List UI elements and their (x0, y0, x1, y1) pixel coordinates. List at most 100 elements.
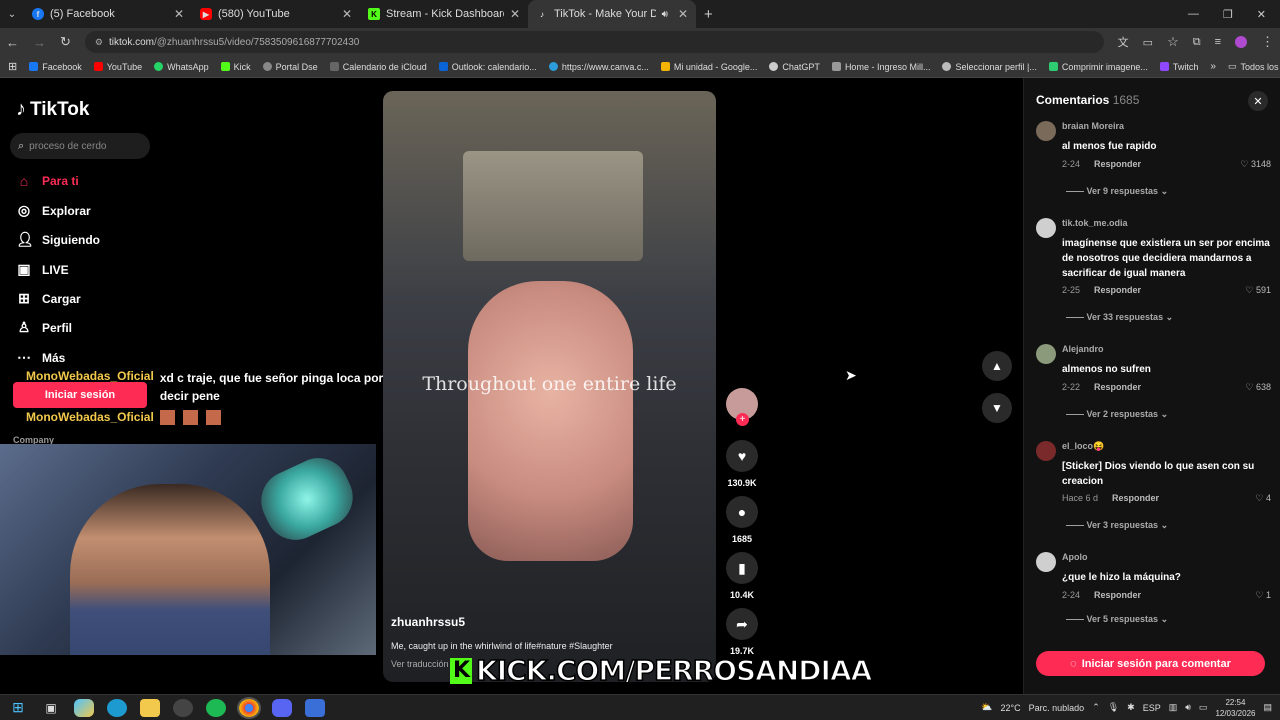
bookmark-kick[interactable]: Kick (220, 62, 251, 72)
file-explorer-icon[interactable] (140, 698, 160, 717)
new-tab-button[interactable]: + (704, 6, 713, 23)
view-replies-link[interactable]: —— Ver 2 respuestas ⌄ (1066, 409, 1168, 420)
bookmark-ingreso[interactable]: Home - Ingreso Mill... (831, 62, 930, 72)
nav-cargar[interactable]: ⊞ Cargar (16, 290, 156, 307)
url-field[interactable]: ⚙ tiktok.com/@zhuanhrssu5/video/75835096… (84, 31, 1104, 53)
like-button[interactable]: ♥ (726, 440, 758, 472)
copilot-icon[interactable] (74, 698, 94, 717)
commenter-name[interactable]: braian Moreira (1062, 121, 1124, 131)
bookmarks-folder[interactable]: ▭Todos los marcadores (1228, 61, 1280, 72)
minimize-button[interactable]: — (1188, 8, 1199, 21)
commenter-name[interactable]: el_loco😝 (1062, 441, 1104, 452)
chevron-up-icon[interactable]: ⌃ (1092, 702, 1100, 713)
extensions-icon[interactable]: ⧉ (1193, 36, 1201, 49)
commenter-avatar[interactable] (1036, 441, 1056, 461)
nav-para-ti[interactable]: ⌂ Para ti (16, 173, 156, 189)
save-button[interactable]: ▮ (726, 552, 758, 584)
reload-icon[interactable]: ↻ (60, 34, 71, 50)
weather-temp[interactable]: 22°C (1001, 703, 1021, 713)
restore-button[interactable]: ❐ (1223, 8, 1233, 21)
nav-siguiendo[interactable]: 👤︎ Siguiendo (16, 231, 156, 248)
comment-like-button[interactable]: ♡ 3148 (1240, 159, 1271, 170)
commenter-avatar[interactable] (1036, 121, 1056, 141)
tab-list-button[interactable]: ⌄ (0, 9, 24, 20)
discord-icon[interactable] (272, 698, 292, 717)
bookmark-comprimir[interactable]: Comprimir imagene... (1048, 62, 1148, 72)
close-window-button[interactable]: ✕ (1257, 8, 1266, 21)
comment-like-button[interactable]: ♡ 4 (1255, 493, 1271, 504)
tab-kick[interactable]: K Stream - Kick Dashboard ✕ (360, 0, 528, 28)
speaker-icon[interactable]: 🔊︎ (662, 9, 668, 20)
bookmark-drive[interactable]: Mi unidad - Google... (660, 62, 757, 72)
follow-plus-icon[interactable]: + (736, 413, 749, 426)
bookmark-youtube[interactable]: YouTube (93, 62, 142, 72)
nav-explorar[interactable]: ◎ Explorar (16, 202, 156, 219)
bluetooth-icon[interactable]: ✱ (1127, 702, 1135, 713)
back-icon[interactable]: ← (6, 35, 19, 50)
reply-button[interactable]: Responder (1094, 285, 1141, 295)
bookmark-canva[interactable]: https://www.canva.c... (548, 62, 649, 72)
commenter-name[interactable]: Alejandro (1062, 344, 1104, 354)
close-tab-icon[interactable]: ✕ (342, 7, 352, 21)
bookmark-chatgpt[interactable]: ChatGPT (769, 62, 820, 72)
close-comments-button[interactable]: ✕ (1248, 91, 1268, 111)
windows-start-icon[interactable]: ⊞ (8, 699, 28, 717)
volume-icon[interactable]: 🔊︎ (1185, 702, 1191, 713)
commenter-avatar[interactable] (1036, 344, 1056, 364)
nav-live[interactable]: ▣ LIVE (16, 261, 156, 278)
reply-button[interactable]: Responder (1094, 382, 1141, 392)
chrome-icon[interactable] (237, 696, 261, 719)
tab-youtube[interactable]: ▶ (580) YouTube ✕ (192, 0, 360, 28)
next-video-button[interactable]: ▼ (982, 393, 1012, 423)
bookmark-perfil[interactable]: Seleccionar perfil |... (942, 62, 1037, 72)
nav-mas[interactable]: ⋯ Más (16, 349, 156, 366)
translate-link[interactable]: Ver traducción (391, 659, 449, 669)
more-bookmarks-icon[interactable]: » (1210, 61, 1216, 72)
bookmark-facebook[interactable]: Facebook (29, 62, 82, 72)
previous-video-button[interactable]: ▲ (982, 351, 1012, 381)
mic-icon[interactable]: 🎙︎ (1108, 702, 1119, 713)
language-indicator[interactable]: ESP (1143, 703, 1161, 713)
close-tab-icon[interactable]: ✕ (510, 7, 520, 21)
bookmark-star-icon[interactable]: ☆ (1167, 34, 1179, 50)
search-input[interactable]: ⌕ proceso de cerdo (10, 133, 150, 159)
forward-icon[interactable]: → (33, 35, 46, 50)
media-icon[interactable]: ≡ (1215, 36, 1221, 48)
spotify-icon[interactable] (206, 698, 226, 717)
commenter-avatar[interactable] (1036, 552, 1056, 572)
login-to-comment-button[interactable]: ◌ Iniciar sesión para comentar (1036, 651, 1265, 676)
app-icon[interactable] (305, 698, 325, 717)
share-button[interactable]: ➦ (726, 608, 758, 640)
close-tab-icon[interactable]: ✕ (174, 7, 184, 21)
network-icon[interactable]: ▥ (1169, 702, 1178, 713)
comment-like-button[interactable]: ♡ 638 (1245, 382, 1271, 393)
tab-tiktok[interactable]: ♪ TikTok - Make Your Day 🔊︎ ✕ (528, 0, 696, 28)
bookmark-outlook[interactable]: Outlook: calendario... (438, 62, 537, 72)
view-replies-link[interactable]: —— Ver 3 respuestas ⌄ (1066, 520, 1168, 531)
comment-like-button[interactable]: ♡ 591 (1245, 285, 1271, 296)
bookmark-twitch[interactable]: Twitch (1159, 62, 1198, 72)
weather-desc[interactable]: Parc. nublado (1029, 703, 1085, 713)
apps-icon[interactable]: ⊞ (8, 60, 17, 73)
comment-button[interactable]: ● (726, 496, 758, 528)
obs-icon[interactable] (173, 698, 193, 717)
author-avatar[interactable]: + (726, 388, 758, 426)
bookmark-portal-dse[interactable]: Portal Dse (262, 62, 318, 72)
translate-icon[interactable]: 文 (1118, 34, 1129, 50)
commenter-name[interactable]: tik.tok_me.odia (1062, 218, 1128, 228)
profile-avatar-icon[interactable] (1235, 36, 1247, 48)
view-replies-link[interactable]: —— Ver 5 respuestas ⌄ (1066, 614, 1168, 625)
reply-button[interactable]: Responder (1094, 159, 1141, 169)
weather-icon[interactable]: ⛅ (981, 702, 992, 713)
view-replies-link[interactable]: —— Ver 9 respuestas ⌄ (1066, 186, 1168, 197)
tab-facebook[interactable]: f (5) Facebook ✕ (24, 0, 192, 28)
site-info-icon[interactable]: ⚙ (95, 37, 103, 48)
close-tab-icon[interactable]: ✕ (678, 7, 688, 21)
bookmark-whatsapp[interactable]: WhatsApp (154, 62, 209, 72)
view-replies-link[interactable]: —— Ver 33 respuestas ⌄ (1066, 312, 1173, 323)
commenter-avatar[interactable] (1036, 218, 1056, 238)
commenter-name[interactable]: Apolo (1062, 552, 1088, 562)
bookmark-icloud[interactable]: Calendario de iCloud (329, 62, 427, 72)
video-author[interactable]: zhuanhrssu5 (391, 615, 465, 629)
clock[interactable]: 22:54 12/03/2026 (1215, 697, 1255, 719)
